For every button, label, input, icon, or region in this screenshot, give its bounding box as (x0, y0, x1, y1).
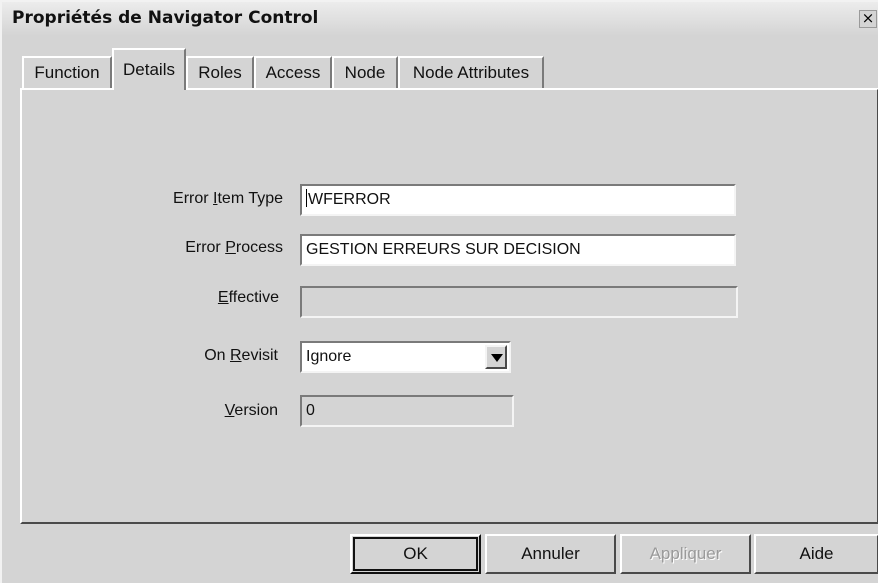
tab-label: Node Attributes (412, 63, 530, 82)
tab-roles[interactable]: Roles (186, 56, 254, 89)
error-item-type-field[interactable]: WFERROR (300, 184, 736, 216)
error-item-type-label: Error Item Type (173, 190, 283, 207)
window-title: Propriétés de Navigator Control (12, 8, 319, 28)
tab-label: Node (344, 63, 386, 82)
apply-button: Appliquer (620, 534, 751, 574)
close-button[interactable]: × (859, 10, 877, 28)
error-process-label: Error Process (185, 239, 283, 256)
title-bar: Propriétés de Navigator Control × (2, 2, 878, 36)
tab-node-attributes[interactable]: Node Attributes (398, 56, 544, 89)
tab-label: Details (123, 60, 175, 79)
text-cursor (306, 189, 307, 207)
chevron-down-icon[interactable] (485, 345, 507, 369)
error-process-field[interactable]: GESTION ERREURS SUR DECISION (300, 234, 736, 266)
close-icon: × (861, 9, 875, 27)
on-revisit-label: On Revisit (204, 347, 278, 364)
effective-label: Effective (217, 289, 279, 306)
tab-access[interactable]: Access (254, 56, 332, 89)
properties-dialog: Propriétés de Navigator Control × Functi… (0, 0, 878, 583)
version-field: 0 (300, 395, 514, 427)
effective-field (300, 286, 738, 318)
help-button[interactable]: Aide (754, 534, 878, 574)
tab-label: Function (34, 63, 100, 82)
tab-node[interactable]: Node (332, 56, 398, 89)
tab-label: Roles (198, 63, 242, 82)
version-label: Version (224, 402, 278, 419)
ok-button[interactable]: OK (350, 534, 481, 574)
tab-label: Access (265, 63, 321, 82)
cancel-button[interactable]: Annuler (485, 534, 616, 574)
tab-details[interactable]: Details (112, 48, 186, 90)
on-revisit-select[interactable]: Ignore (300, 341, 511, 373)
tab-function[interactable]: Function (22, 56, 112, 89)
